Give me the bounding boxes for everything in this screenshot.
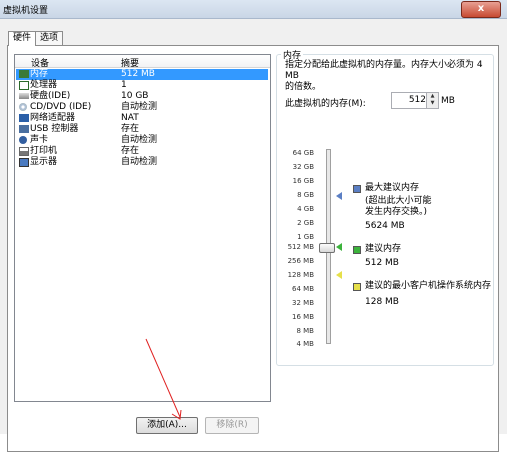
dialog-client: 硬件 选项 设备 摘要 内存 512 MB 处理器 1 硬盘(IDE) 10 G… [0,19,507,452]
window-title: 虚拟机设置 [3,6,49,16]
close-button[interactable]: x [461,1,501,18]
title-bar: 虚拟机设置 x [0,0,507,19]
tab-hardware-label: 硬件 [13,33,32,43]
close-icon: x [477,3,485,14]
tab-hardware[interactable]: 硬件 [8,31,37,46]
annotation-arrow [145,338,182,420]
